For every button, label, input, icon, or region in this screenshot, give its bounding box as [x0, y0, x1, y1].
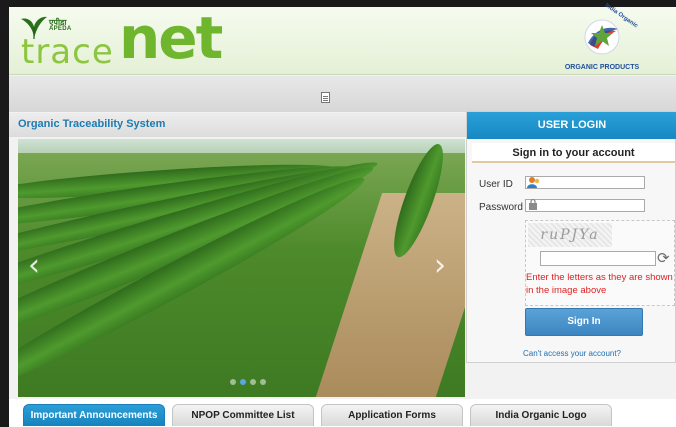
- site-header: एपीडा APEDA trace net India Organic ORGA…: [9, 3, 676, 75]
- captcha-message: Enter the letters as they are shown in t…: [526, 272, 673, 296]
- tab-india-organic-logo[interactable]: India Organic Logo: [470, 404, 612, 426]
- user-id-label: User ID: [479, 179, 513, 190]
- slider-next-arrow[interactable]: ›: [434, 251, 452, 281]
- slider-prev-arrow[interactable]: ‹: [28, 251, 46, 281]
- captcha-input[interactable]: [540, 251, 656, 266]
- tab-npop-committee-list[interactable]: NPOP Committee List: [172, 404, 314, 426]
- system-title: Organic Traceability System: [18, 118, 166, 130]
- captcha-box: ruPJYa ⟳ Enter the letters as they are s…: [525, 220, 675, 306]
- document-icon[interactable]: [321, 92, 330, 103]
- tab-important-announcements[interactable]: Important Announcements: [23, 404, 165, 426]
- slider-path: [313, 193, 465, 397]
- password-input[interactable]: [525, 199, 645, 212]
- captcha-image: ruPJYa: [528, 223, 612, 247]
- slider-dot[interactable]: [260, 379, 266, 385]
- slider-dots: [230, 379, 266, 385]
- india-organic-logo: India Organic ORGANIC PRODUCTS: [560, 3, 644, 71]
- slider-dot[interactable]: [250, 379, 256, 385]
- system-title-bar: Organic Traceability System: [9, 113, 467, 137]
- login-heading: USER LOGIN: [467, 112, 676, 139]
- user-icon: [527, 177, 540, 188]
- organic-products-text: ORGANIC PRODUCTS: [564, 64, 640, 71]
- login-subheading: Sign in to your account: [472, 143, 675, 163]
- refresh-icon[interactable]: ⟳: [657, 250, 673, 266]
- logo-trace-text: trace: [21, 32, 114, 72]
- slider-dot-active[interactable]: [240, 379, 246, 385]
- cant-access-link[interactable]: Can't access your account?: [467, 349, 676, 358]
- password-label: Password: [479, 202, 523, 213]
- user-id-input[interactable]: [525, 176, 645, 189]
- lock-icon: [529, 199, 537, 210]
- slider-field-image: [18, 139, 465, 397]
- slider-dot[interactable]: [230, 379, 236, 385]
- tab-application-forms[interactable]: Application Forms: [321, 404, 463, 426]
- login-panel: USER LOGIN Sign in to your account User …: [466, 111, 676, 363]
- header-band: [9, 76, 676, 112]
- tracenet-logo[interactable]: एपीडा APEDA trace net: [19, 4, 223, 73]
- logo-net-text: net: [119, 4, 223, 72]
- tabs-bar: Important Announcements NPOP Committee L…: [9, 399, 676, 427]
- image-slider[interactable]: ‹ ›: [18, 139, 465, 397]
- sign-in-button[interactable]: Sign In: [525, 308, 643, 336]
